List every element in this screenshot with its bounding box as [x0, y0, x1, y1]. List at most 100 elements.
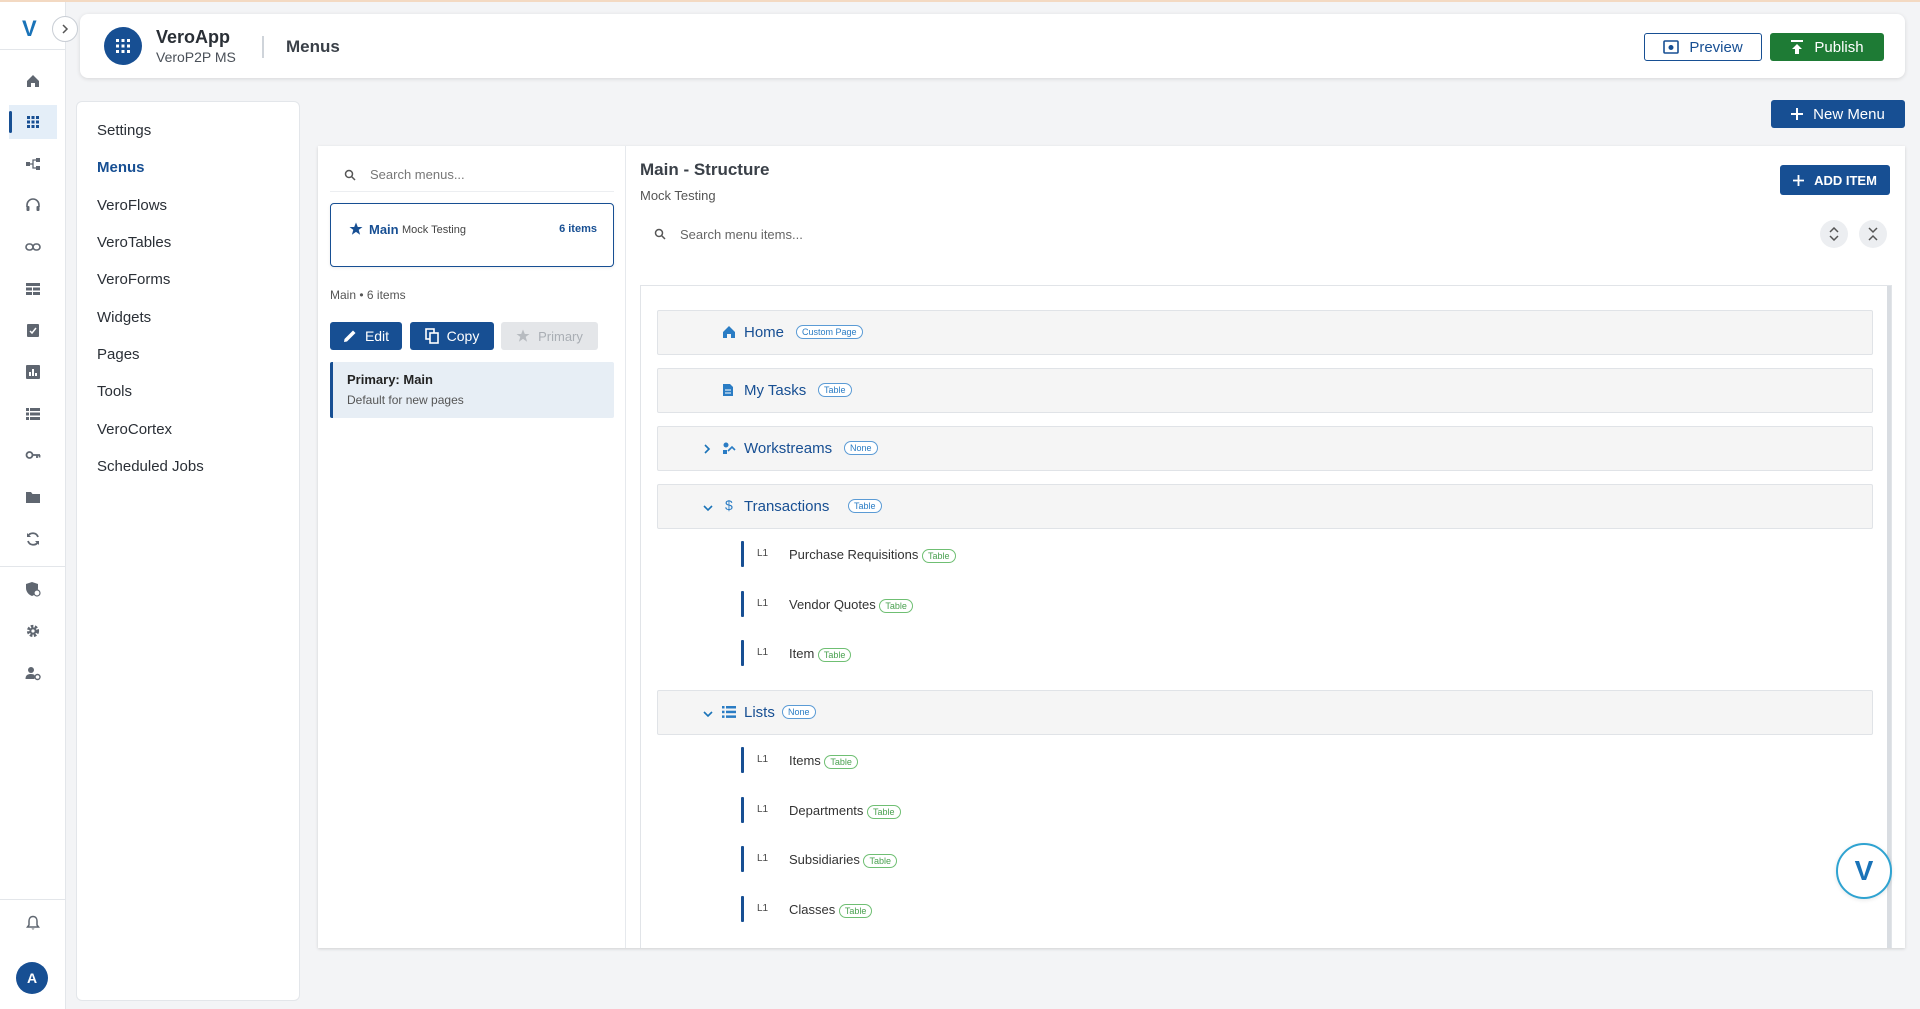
- level-label: L1: [757, 598, 769, 609]
- sync-icon[interactable]: [9, 522, 57, 556]
- primary-menu-title: Primary: Main: [347, 372, 433, 387]
- nav-item-pages[interactable]: Pages: [97, 346, 140, 363]
- table-icon[interactable]: [9, 272, 57, 306]
- bell-icon[interactable]: [9, 906, 57, 940]
- publish-button[interactable]: Publish: [1770, 33, 1884, 61]
- app-subtitle: VeroP2P MS: [156, 49, 236, 65]
- copy-button[interactable]: Copy: [410, 322, 494, 350]
- folder-icon[interactable]: [9, 480, 57, 514]
- app-launcher-icon[interactable]: [104, 27, 142, 65]
- list-icon[interactable]: [9, 397, 57, 431]
- unfold-icon: [1829, 227, 1839, 241]
- selected-menu-name: Main: [330, 288, 357, 302]
- preview-label: Preview: [1689, 38, 1743, 56]
- tree-scrollbar[interactable]: [1887, 286, 1891, 948]
- forms-icon[interactable]: [9, 313, 57, 347]
- level-label: L1: [757, 804, 769, 815]
- plus-icon: [1793, 174, 1805, 186]
- menu-node-label: Workstreams: [744, 440, 833, 457]
- menu-node-label: Transactions: [744, 498, 830, 515]
- set-primary-button[interactable]: Primary: [501, 322, 598, 350]
- type-badge: Table: [818, 383, 852, 397]
- menu-child-label: Items Table: [789, 753, 858, 769]
- chart-icon[interactable]: [9, 355, 57, 389]
- nav-item-menus[interactable]: Menus: [97, 159, 145, 176]
- level-bar: [741, 541, 744, 567]
- preview-button[interactable]: Preview: [1644, 33, 1762, 61]
- level-label: L1: [757, 548, 769, 559]
- nav-item-veroforms[interactable]: VeroForms: [97, 271, 170, 288]
- type-badge: Table: [879, 598, 913, 613]
- menu-child-label: Purchase Requisitions Table: [789, 547, 956, 563]
- type-badge: Custom Page: [796, 325, 863, 339]
- level-bar: [741, 846, 744, 872]
- rail-divider: [0, 49, 66, 50]
- menu-node-transactions[interactable]: $ Transactions Table: [657, 484, 1873, 529]
- menu-child-label: Classes Table: [789, 902, 873, 918]
- assistant-launcher-icon[interactable]: V: [1836, 843, 1892, 899]
- level-label: L1: [757, 754, 769, 765]
- document-icon: [722, 383, 734, 402]
- add-item-button[interactable]: ADD ITEM: [1780, 165, 1890, 195]
- menu-card-main[interactable]: Main Mock Testing 6 items: [330, 203, 614, 267]
- selected-menu-meta: Main • 6 items: [330, 288, 406, 302]
- nav-item-widgets[interactable]: Widgets: [97, 309, 151, 326]
- settings-icon[interactable]: [9, 614, 57, 648]
- nav-item-scheduled-jobs[interactable]: Scheduled Jobs: [97, 458, 204, 475]
- menu-node-home[interactable]: Home Custom Page: [657, 310, 1873, 355]
- left-rail: V A: [0, 2, 78, 1009]
- security-icon[interactable]: [9, 572, 57, 606]
- link-icon[interactable]: [9, 230, 57, 264]
- collapse-all-button[interactable]: [1859, 220, 1887, 248]
- level-bar: [741, 896, 744, 922]
- apps-grid-icon[interactable]: [9, 105, 57, 139]
- nav-item-tools[interactable]: Tools: [97, 383, 132, 400]
- level-bar: [741, 640, 744, 666]
- type-badge: None: [844, 441, 878, 455]
- chevron-right-icon[interactable]: [702, 442, 712, 460]
- nav-item-veroflows[interactable]: VeroFlows: [97, 197, 167, 214]
- menu-node-lists[interactable]: Lists None: [657, 690, 1873, 735]
- avatar[interactable]: A: [16, 962, 48, 994]
- search-items-input[interactable]: [680, 226, 1180, 242]
- top-accent-line: [0, 0, 1920, 2]
- type-badge: Table: [863, 853, 897, 868]
- type-badge: Table: [824, 754, 858, 769]
- nav-item-verocortex[interactable]: VeroCortex: [97, 421, 172, 438]
- menu-child-label: Subsidiaries Table: [789, 852, 897, 868]
- support-icon[interactable]: [9, 188, 57, 222]
- new-menu-label: New Menu: [1813, 105, 1885, 123]
- menu-node-workstreams[interactable]: Workstreams None: [657, 426, 1873, 471]
- workstream-icon: [722, 441, 736, 460]
- add-item-label: ADD ITEM: [1814, 172, 1877, 188]
- menus-list-column: Main Mock Testing 6 items Main • 6 items…: [318, 146, 626, 948]
- search-icon: [640, 228, 680, 240]
- edit-button[interactable]: Edit: [330, 322, 402, 350]
- search-menus-input[interactable]: [370, 167, 600, 182]
- home-icon[interactable]: [9, 64, 57, 98]
- nav-item-verotables[interactable]: VeroTables: [97, 234, 171, 251]
- flow-icon[interactable]: [9, 147, 57, 181]
- menus-workspace: Main Mock Testing 6 items Main • 6 items…: [318, 146, 1905, 948]
- header-separator: [262, 36, 264, 58]
- expand-all-button[interactable]: [1820, 220, 1848, 248]
- primary-menu-note: Primary: Main Default for new pages: [330, 362, 614, 418]
- app-header: VeroApp VeroP2P MS Menus Preview Publish: [80, 14, 1905, 78]
- menu-node-label: Lists: [744, 704, 775, 721]
- chevron-down-icon[interactable]: [702, 706, 714, 724]
- search-menus-field: [330, 158, 614, 192]
- rail-divider: [0, 566, 66, 567]
- menu-node-my-tasks[interactable]: My Tasks Table: [657, 368, 1873, 413]
- user-settings-icon[interactable]: [9, 656, 57, 690]
- key-icon[interactable]: [9, 438, 57, 472]
- app-logo[interactable]: V: [22, 16, 37, 42]
- level-label: L1: [757, 903, 769, 914]
- expand-sidebar-button[interactable]: [52, 16, 78, 42]
- level-bar: [741, 591, 744, 617]
- new-menu-button[interactable]: New Menu: [1771, 100, 1905, 128]
- star-icon: [349, 222, 363, 241]
- chevron-down-icon[interactable]: [702, 500, 714, 518]
- nav-item-settings[interactable]: Settings: [97, 122, 151, 139]
- upload-icon: [1791, 40, 1804, 54]
- selected-menu-count: 6 items: [366, 288, 406, 302]
